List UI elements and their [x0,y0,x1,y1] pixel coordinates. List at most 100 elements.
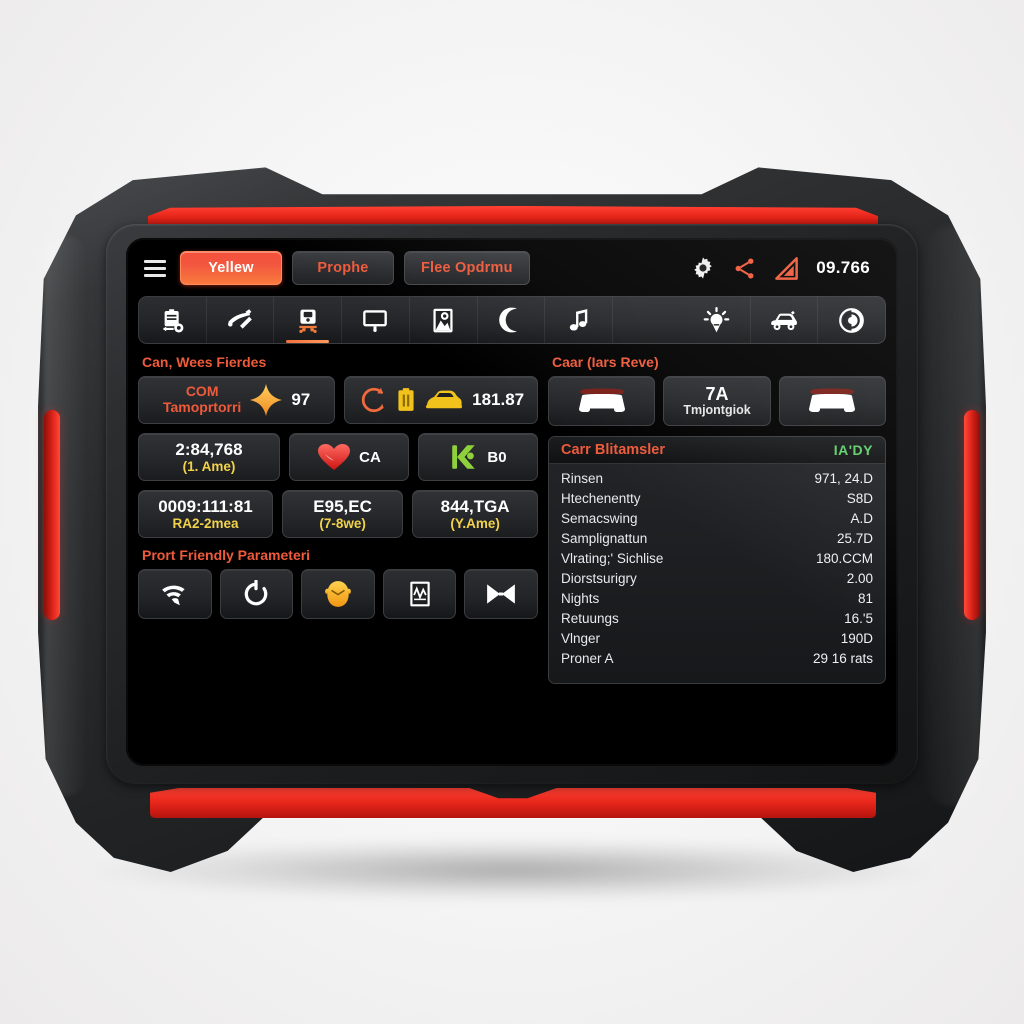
gear-icon[interactable] [690,255,716,281]
tab-flee-opdrmu[interactable]: Flee Opdrmu [404,251,530,285]
list-item-key: Samplignattun [561,530,648,546]
share-icon[interactable] [732,256,757,281]
key-status-card[interactable]: B0 [417,433,538,482]
param-button-wifi[interactable] [138,569,212,620]
list-item-value: 190D [840,630,873,646]
tab-prophe[interactable]: Prophe [292,251,394,285]
left-panel-title: Can, Wees Fierdes [142,354,267,370]
mileage-card[interactable]: 844,TGA (Y.Ame) [412,490,538,539]
refresh-circle-icon [242,580,270,608]
car-front-right-card[interactable] [778,376,886,426]
toolbar-item-tools[interactable] [207,297,275,343]
toolbar-item-photo[interactable] [410,297,478,343]
toolbar-item-car-service[interactable] [751,297,819,343]
list-item[interactable]: Rinsen 971, 24.D [561,468,873,488]
tab-flee-opdrmu-label: Flee Opdrmu [421,260,513,276]
list-item-key: Retuungs [561,610,619,626]
param-button-clock[interactable] [301,569,375,620]
list-item[interactable]: Vlrating;' Sichlise 180.CCM [561,548,873,568]
data-list-rows: Rinsen 971, 24.D Htechenentty S8D Semacs… [549,464,885,683]
status-badge: IA'DY [833,442,873,458]
odometer-value: 2:84,768 [175,440,243,459]
heart-status-card[interactable]: CA [288,433,409,482]
tools-wrench-screwdriver-icon [226,307,254,333]
list-item-value: 16.'5 [844,610,873,626]
function-icon-toolbar [138,296,886,344]
tab-yellew[interactable]: Yellew [180,251,282,285]
com-monitor-label-top: COM [185,383,219,400]
music-note-icon [567,307,591,333]
toolbar-item-monitor[interactable] [342,297,410,343]
car-front-left-card[interactable] [548,376,656,426]
list-item-value: 29 16 rats [812,650,873,666]
timer-stack: 0009:111:81 RA2-2mea [158,497,253,531]
list-item-key: Diorstsurigry [561,570,637,586]
toolbar-item-target-spiral[interactable] [818,297,885,343]
list-item-key: Rinsen [561,470,604,486]
toolbar-gap [613,297,683,343]
tab-yellew-label: Yellew [208,260,254,276]
key-status-value: B0 [487,448,507,466]
data-list-title: Carr Blitamsler [561,442,665,458]
list-item-value: 971, 24.D [814,470,873,486]
param-button-refresh[interactable] [219,569,294,620]
toolbar-item-music[interactable] [545,297,613,343]
left-row-1: COM Tamoprtorri 97 181.87 [138,376,538,424]
heart-status-value: CA [359,448,381,466]
trajectory-value: 7A [705,383,729,404]
trajectory-card[interactable]: 7A Tmjontgiok [663,376,771,426]
recycle-arrow-icon [358,385,388,415]
list-item-value: 180.CCM [815,550,873,566]
list-item-value: 81 [857,590,873,606]
toolbar-item-moon[interactable] [478,297,546,343]
orange-diamond-icon [249,383,283,417]
app-ui: Yellew Prophe Flee Opdrmu 09.766 Can, We… [126,238,898,766]
signal-value: 09.766 [816,258,870,277]
main-content: Can, Wees Fierdes COM Tamoprtorri 97 181… [138,352,886,720]
top-bar: Yellew Prophe Flee Opdrmu 09.766 [138,248,886,288]
mileage-sub: (Y.Ame) [450,516,500,532]
timer-value: 0009:111:81 [158,497,253,517]
param-button-valve[interactable] [464,569,538,620]
list-item-key: Nights [561,590,600,606]
fuel-sub: (7-8we) [319,516,366,532]
list-item[interactable]: Diorstsurigry 2.00 [561,568,873,588]
com-monitor-card[interactable]: COM Tamoprtorri 97 [138,376,336,424]
toolbar-item-battery-report[interactable] [139,297,207,343]
data-list-panel: Carr Blitamsler IA'DY Rinsen 971, 24.D H… [548,436,886,684]
car-front-icon [576,387,628,415]
odometer-card[interactable]: 2:84,768 (1. Ame) [138,433,280,482]
monitor-display-icon [361,308,389,333]
list-item[interactable]: Retuungs 16.'5 [561,608,873,628]
car-lift-icon [295,307,321,334]
document-chart-icon [408,580,432,608]
list-item[interactable]: Semacswing A.D [561,508,873,528]
list-item[interactable]: Nights 81 [561,588,873,608]
right-panel-title: Caar (Iars Reve) [552,354,659,370]
toolbar-item-car-lift[interactable] [274,297,343,343]
com-monitor-label-bottom: Tamoprtorri [163,399,242,415]
screenshot-root: Yellew Prophe Flee Opdrmu 09.766 Can, We… [0,0,1024,1024]
list-item[interactable]: Proner A 29 16 rats [561,648,873,668]
fuel-card[interactable]: E95,EC (7-8we) [282,490,404,539]
list-item[interactable]: Vlnger 190D [561,628,873,648]
param-button-document[interactable] [382,569,457,620]
battery-charge-card[interactable]: 181.87 [344,376,538,424]
device-screen: Yellew Prophe Flee Opdrmu 09.766 Can, We… [126,238,898,766]
left-row-3: 0009:111:81 RA2-2mea E95,EC (7-8we) 844,… [138,490,538,539]
red-accent-strip-right [964,410,980,620]
data-list-header: Carr Blitamsler IA'DY [549,437,885,464]
left-row-2: 2:84,768 (1. Ame) CA B0 [138,433,538,482]
photo-image-icon [431,307,455,334]
toolbar-item-bulb[interactable] [683,297,751,343]
right-card-row: 7A Tmjontgiok [548,376,886,426]
car-service-icon [769,308,799,333]
list-item[interactable]: Htechenentty S8D [561,488,873,508]
bowtie-valve-icon [485,581,517,607]
list-item[interactable]: Samplignattun 25.7D [561,528,873,548]
bulb-light-icon [703,306,730,334]
fuel-value: E95,EC [313,497,372,517]
hamburger-menu-icon[interactable] [144,259,170,277]
car-yellow-icon [424,388,464,412]
timer-card[interactable]: 0009:111:81 RA2-2mea [138,490,273,539]
